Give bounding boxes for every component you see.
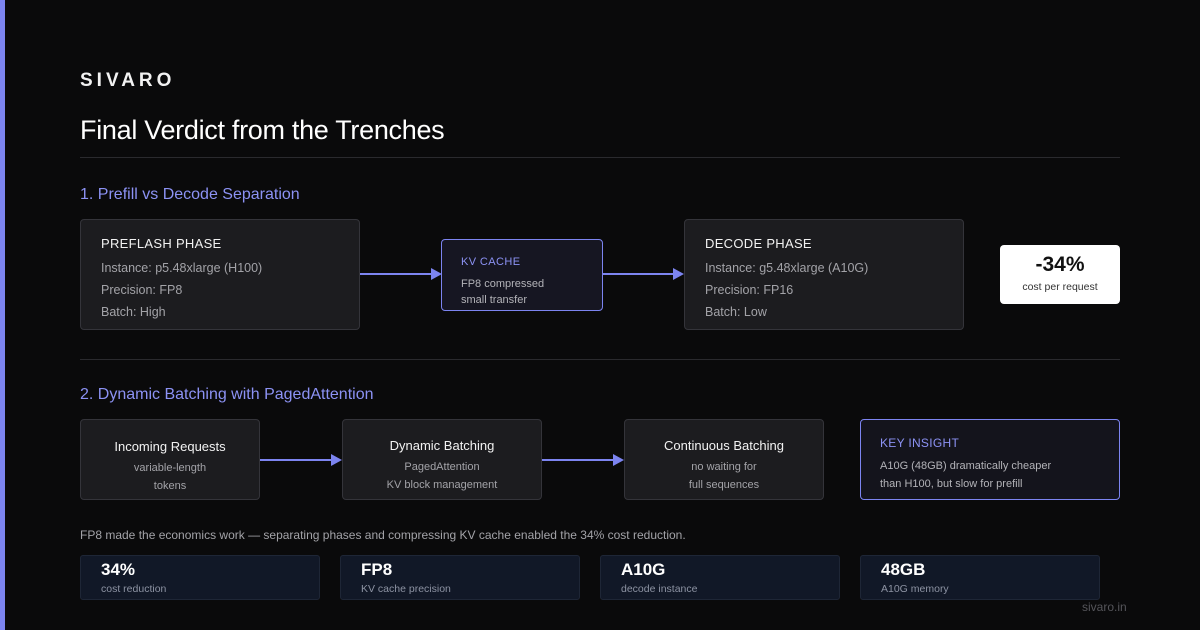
stat-label: KV cache precision: [361, 583, 451, 595]
step-line: PagedAttention: [404, 461, 480, 473]
decode-precision: Precision: FP16: [705, 283, 794, 297]
kv-cache-title: KV CACHE: [461, 256, 521, 268]
accent-bar: [0, 0, 5, 630]
step-title: Incoming Requests: [114, 439, 226, 454]
section-heading-batching: 2. Dynamic Batching with PagedAttention: [80, 386, 374, 403]
section-heading-prefill-decode: 1. Prefill vs Decode Separation: [80, 186, 300, 203]
step-line: KV block management: [386, 479, 498, 491]
prefill-instance: Instance: p5.48xlarge (H100): [101, 261, 263, 275]
decode-phase-title: DECODE PHASE: [705, 236, 812, 251]
step-dynamic-batching: Dynamic Batching PagedAttention KV block…: [342, 419, 542, 500]
cost-label: cost per request: [1022, 281, 1098, 293]
key-insight-line: A10G (48GB) dramatically cheaper: [880, 460, 1052, 472]
key-insight-title: KEY INSIGHT: [880, 436, 960, 450]
kv-cache-line: FP8 compressed: [461, 278, 545, 290]
step-line: full sequences: [688, 479, 760, 491]
divider-middle: [80, 359, 1120, 360]
arrowhead-icon: [613, 454, 624, 466]
prefill-precision: Precision: FP8: [101, 283, 183, 297]
step-continuous-batching: Continuous Batching no waiting for full …: [624, 419, 824, 500]
stat-card: 48GB A10G memory: [860, 555, 1100, 600]
arrowhead-icon: [673, 268, 684, 280]
decode-instance: Instance: g5.48xlarge (A10G): [705, 261, 869, 275]
cost-badge: -34% cost per request: [1000, 245, 1120, 304]
stat-label: cost reduction: [101, 583, 167, 595]
step-line: no waiting for: [691, 461, 757, 473]
step-line: tokens: [153, 480, 187, 492]
step-incoming-requests: Incoming Requests variable-length tokens: [80, 419, 260, 500]
brand-logo: SIVARO: [80, 70, 176, 91]
stat-card: A10G decode instance: [600, 555, 840, 600]
kv-cache-line: small transfer: [461, 294, 528, 306]
step-title: Dynamic Batching: [389, 438, 495, 453]
stat-value: FP8: [361, 560, 393, 579]
decode-batch: Batch: Low: [705, 305, 767, 319]
cost-value: -34%: [1035, 253, 1085, 276]
stat-label: A10G memory: [881, 583, 949, 595]
prefill-phase-title: PREFLASH PHASE: [101, 236, 222, 251]
kv-cache-card: KV CACHE FP8 compressed small transfer: [441, 239, 603, 311]
decode-phase-card: DECODE PHASE Instance: g5.48xlarge (A10G…: [684, 219, 964, 330]
key-insight-card: KEY INSIGHT A10G (48GB) dramatically che…: [860, 419, 1120, 500]
stat-card: 34% cost reduction: [80, 555, 320, 600]
stat-card: FP8 KV cache precision: [340, 555, 580, 600]
stat-value: 48GB: [881, 560, 926, 579]
arrowhead-icon: [331, 454, 342, 466]
key-insight-line: than H100, but slow for prefill: [880, 478, 1023, 490]
stat-label: decode instance: [621, 583, 698, 595]
page-title: Final Verdict from the Trenches: [80, 115, 445, 145]
prefill-batch: Batch: High: [101, 305, 166, 319]
stat-value: A10G: [621, 560, 666, 579]
step-line: variable-length: [133, 462, 207, 474]
summary-text: FP8 made the economics work — separating…: [80, 528, 686, 542]
divider-top: [80, 157, 1120, 158]
stat-value: 34%: [101, 560, 136, 579]
footer-link[interactable]: sivaro.in: [1082, 600, 1127, 614]
step-title: Continuous Batching: [664, 438, 784, 453]
prefill-phase-card: PREFLASH PHASE Instance: p5.48xlarge (H1…: [80, 219, 360, 330]
